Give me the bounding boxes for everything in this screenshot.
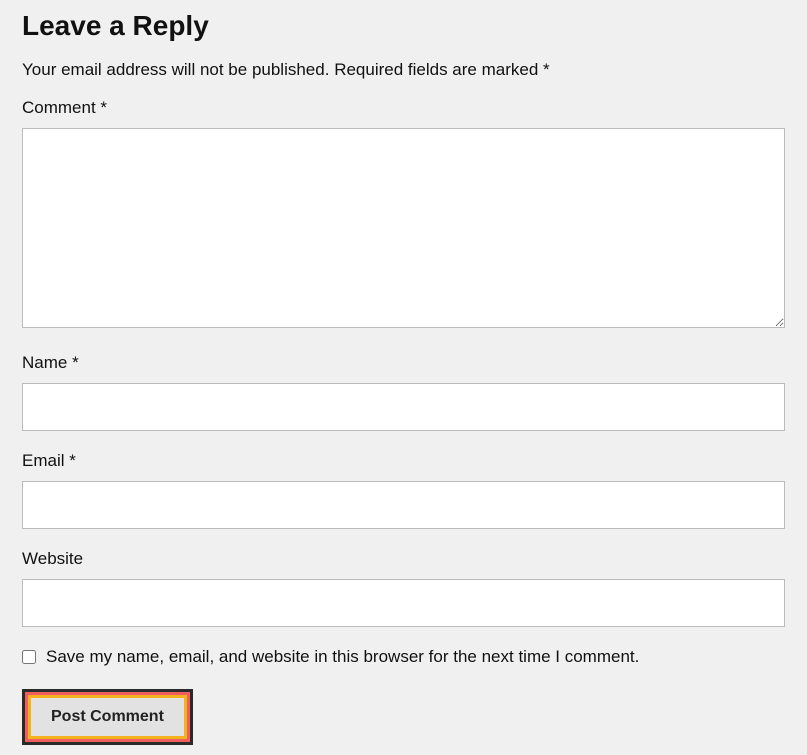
page-title: Leave a Reply	[22, 10, 785, 42]
email-required-mark: *	[69, 451, 76, 470]
email-label-text: Email	[22, 451, 69, 470]
comment-required-mark: *	[100, 98, 107, 117]
email-input[interactable]	[22, 481, 785, 529]
name-label-text: Name	[22, 353, 72, 372]
name-field-group: Name *	[22, 353, 785, 431]
post-comment-button[interactable]: Post Comment	[31, 698, 184, 736]
save-info-label[interactable]: Save my name, email, and website in this…	[46, 647, 639, 667]
name-required-mark: *	[72, 353, 79, 372]
email-label: Email *	[22, 451, 785, 471]
comment-field-group: Comment *	[22, 98, 785, 333]
form-notice: Your email address will not be published…	[22, 60, 785, 80]
website-label: Website	[22, 549, 785, 569]
notice-text-2: Required fields are marked *	[334, 60, 549, 79]
save-info-checkbox[interactable]	[22, 650, 36, 664]
name-input[interactable]	[22, 383, 785, 431]
save-info-row: Save my name, email, and website in this…	[22, 647, 785, 667]
website-field-group: Website	[22, 549, 785, 627]
submit-wrap: Post Comment	[22, 689, 193, 745]
submit-border-red: Post Comment	[25, 692, 190, 742]
submit-border-yellow: Post Comment	[28, 695, 187, 739]
website-label-text: Website	[22, 549, 83, 568]
website-input[interactable]	[22, 579, 785, 627]
comment-label-text: Comment	[22, 98, 100, 117]
email-field-group: Email *	[22, 451, 785, 529]
comment-textarea[interactable]	[22, 128, 785, 328]
notice-text-1: Your email address will not be published…	[22, 60, 329, 79]
comment-label: Comment *	[22, 98, 785, 118]
name-label: Name *	[22, 353, 785, 373]
